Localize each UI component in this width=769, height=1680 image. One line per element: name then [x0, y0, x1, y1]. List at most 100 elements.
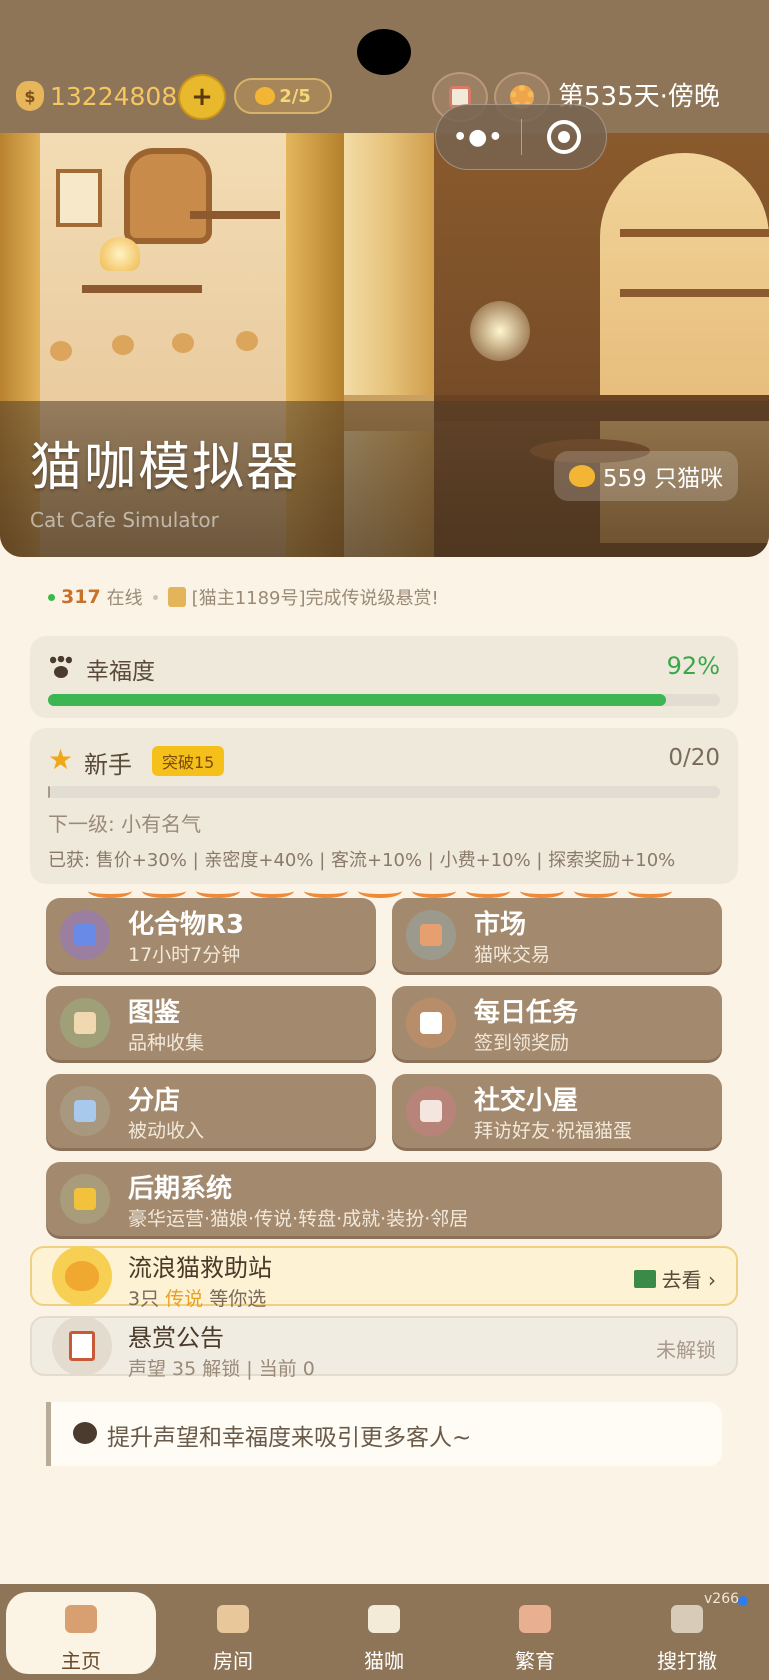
- tile-title: 化合物R3: [128, 910, 245, 940]
- ticker-message: [猫主1189号]完成传说级悬赏!: [191, 588, 439, 609]
- scroll-icon: [167, 587, 186, 607]
- nav-cat-cafe[interactable]: 猫咖: [309, 1592, 459, 1674]
- bounty-lock-status: 未解锁: [656, 1338, 716, 1362]
- level-name: 新手: [84, 751, 132, 779]
- rescue-subtitle: 3只 传说 等你选: [128, 1284, 266, 1311]
- paw-picture-frame: [56, 169, 102, 227]
- perks-text: 已获: 售价+30% | 亲密度+40% | 客流+10% | 小费+10% |…: [48, 850, 676, 871]
- nav-label: 房间: [213, 1649, 253, 1673]
- house-icon: [406, 1086, 456, 1136]
- tile-compound[interactable]: 化合物R3 17小时7分钟: [46, 898, 376, 972]
- level-bar-fill: [48, 786, 51, 798]
- nav-label: 搜打撤: [657, 1649, 717, 1673]
- rescue-rarity: 传说: [165, 1288, 204, 1310]
- happiness-card: 幸福度 92%: [30, 636, 738, 718]
- wall-shelf: [82, 285, 202, 293]
- paw-print-icon: [172, 333, 194, 353]
- tile-subtitle: 被动收入: [128, 1120, 205, 1142]
- book-icon: [60, 998, 110, 1048]
- lamp-glow: [470, 301, 530, 361]
- tile-branch-store[interactable]: 分店 被动收入: [46, 1074, 376, 1148]
- tile-market[interactable]: 市场 猫咪交易: [392, 898, 722, 972]
- online-label: 在线: [106, 588, 143, 609]
- nav-label: 主页: [61, 1649, 101, 1673]
- nav-home[interactable]: 主页: [6, 1592, 156, 1674]
- breakthrough-badge: 突破15: [152, 746, 225, 776]
- arch-shelf: [620, 229, 769, 237]
- tile-daily-tasks[interactable]: 每日任务 签到领奖励: [392, 986, 722, 1060]
- building-icon: [60, 1086, 110, 1136]
- go-see-button[interactable]: 去看 ›: [633, 1264, 716, 1293]
- tile-subtitle: 猫咪交易: [474, 944, 551, 966]
- cat-head-icon: [568, 465, 595, 487]
- paw-icon: [48, 656, 74, 680]
- clipboard-icon: [52, 1316, 112, 1376]
- tile-subtitle: 签到领奖励: [474, 1032, 570, 1054]
- rescue-count: 3只: [128, 1288, 160, 1310]
- level-progress-text: 0/20: [668, 745, 720, 771]
- stray-cat-rescue-card[interactable]: 流浪猫救助站 3只 传说 等你选 去看 ›: [30, 1246, 738, 1310]
- cat-avatar-icon: [52, 1246, 112, 1306]
- home-icon: [58, 1598, 104, 1639]
- nav-label: 繁育: [515, 1649, 555, 1673]
- rescue-title: 流浪猫救助站: [128, 1254, 272, 1282]
- nav-rooms[interactable]: 房间: [158, 1592, 308, 1674]
- more-dots-icon: •●•: [453, 124, 504, 150]
- camera-notch: [357, 29, 411, 75]
- cat-face-icon: [361, 1598, 407, 1639]
- tile-title: 分店: [128, 1086, 181, 1116]
- paw-icon: [73, 1422, 97, 1444]
- level-card: ★ 新手 突破15 0/20 下一级: 小有名气 已获: 售价+30% | 亲密…: [30, 728, 738, 884]
- crown-icon: [60, 1174, 110, 1224]
- close-miniprogram-button[interactable]: [522, 120, 607, 154]
- clipboard-icon: [406, 998, 456, 1048]
- version-label: v266: [704, 1591, 740, 1607]
- miniprogram-capsule: •●•: [435, 104, 607, 170]
- nav-label: 猫咖: [364, 1649, 404, 1673]
- star-icon: ★: [48, 743, 74, 776]
- nav-breeding[interactable]: 繁育: [460, 1592, 610, 1674]
- level-bar: [48, 786, 720, 798]
- bounty-subtitle: 声望 35 解锁 | 当前 0: [128, 1358, 315, 1380]
- cat-bed-wall-decor: [124, 148, 212, 244]
- online-ticker: 317 在线 [猫主1189号]完成传说级悬赏!: [48, 583, 439, 611]
- wall-shelf-upper: [190, 211, 280, 219]
- happiness-percent: 92%: [666, 652, 720, 680]
- tile-subtitle: 17小时7分钟: [128, 944, 241, 966]
- more-menu-button[interactable]: •●•: [436, 125, 521, 150]
- cafe-cup-icon: [210, 1598, 256, 1639]
- tile-subtitle: 拜访好友·祝福猫蛋: [474, 1120, 633, 1142]
- tile-title: 图鉴: [128, 998, 181, 1028]
- update-dot: [738, 1596, 748, 1606]
- tile-codex[interactable]: 图鉴 品种收集: [46, 986, 376, 1060]
- target-icon: [546, 120, 581, 154]
- cat-slot-text: 2/5: [279, 85, 311, 107]
- cat-couple-icon: [512, 1598, 558, 1639]
- tile-title: 每日任务: [474, 998, 579, 1028]
- separator-dot: [152, 594, 158, 600]
- cat-slot-counter[interactable]: 2/5: [234, 78, 332, 114]
- paw-print-icon: [112, 335, 134, 355]
- tile-title: 后期系统: [128, 1174, 233, 1204]
- tile-subtitle: 品种收集: [128, 1032, 205, 1054]
- table-lamp-icon: [100, 237, 140, 271]
- cat-head-icon: [255, 87, 276, 105]
- online-count: 317: [61, 586, 101, 608]
- coin-amount: 13224808: [50, 81, 178, 111]
- paw-print-icon: [50, 341, 72, 361]
- tile-late-game[interactable]: 后期系统 豪华运营·猫娘·传说·转盘·成就·装扮·邻居: [46, 1162, 722, 1236]
- add-coins-button[interactable]: +: [178, 74, 226, 120]
- tile-social-house[interactable]: 社交小屋 拜访好友·祝福猫蛋: [392, 1074, 722, 1148]
- tip-banner: 提升声望和幸福度来吸引更多客人~: [46, 1402, 722, 1466]
- money-bag-icon: $: [16, 81, 44, 111]
- bounty-board-card[interactable]: 悬赏公告 声望 35 解锁 | 当前 0 未解锁: [30, 1316, 738, 1380]
- go-see-label: 去看 ›: [661, 1268, 716, 1292]
- wavy-divider: [88, 884, 672, 898]
- shopping-bag-icon: [406, 910, 456, 960]
- happiness-label: 幸福度: [86, 659, 155, 685]
- arch-shelf: [620, 289, 769, 297]
- cat-count-text: 559 只猫咪: [602, 466, 724, 492]
- cat-count-badge: 559 只猫咪: [554, 451, 738, 501]
- bounty-title: 悬赏公告: [128, 1324, 224, 1352]
- tile-title: 社交小屋: [474, 1086, 579, 1116]
